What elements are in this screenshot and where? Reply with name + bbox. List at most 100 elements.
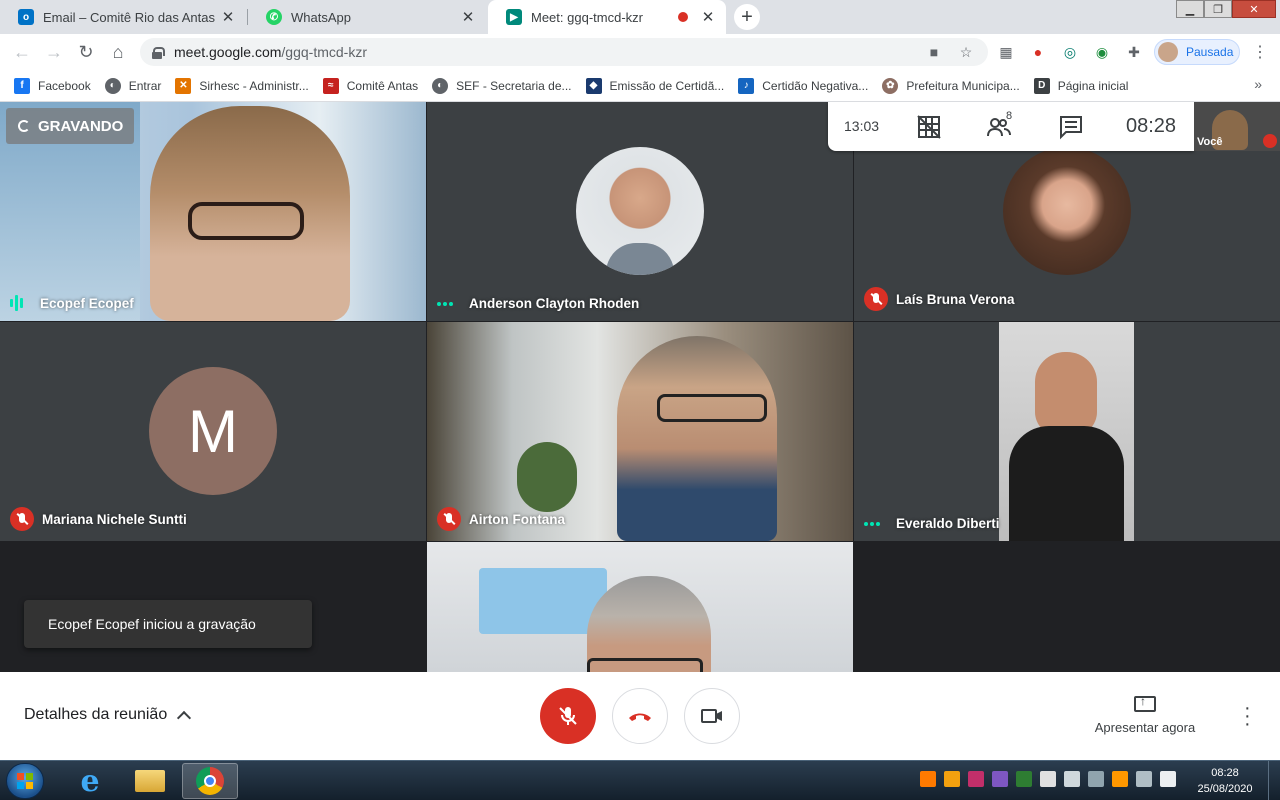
tab-email[interactable]: o Email – Comitê Rio das Antas e B ✕ [0,0,246,34]
recording-dot-icon [678,12,688,22]
chevron-double-right-icon[interactable]: » [1254,76,1262,92]
participant-name-bar: Mariana Nichele Suntti [10,507,187,531]
grid-off-icon[interactable] [916,114,942,140]
tab-meet[interactable]: ▶ Meet: ggq-tmcd-kzr ✕ [488,0,726,34]
address-bar[interactable]: meet.google.com/ggq-tmcd-kzr ■ ☆ [140,38,988,66]
spinner-icon [18,120,30,132]
present-now-button[interactable]: Apresentar agora [1092,694,1198,735]
participant-tile-airton[interactable]: Airton Fontana [427,322,853,541]
tab-whatsapp[interactable]: ✆ WhatsApp ✕ [248,0,486,34]
start-button[interactable] [6,763,44,799]
tray-app-icon[interactable] [992,771,1008,787]
participant-tile-mariana[interactable]: M Mariana Nichele Suntti [0,322,426,541]
close-icon[interactable]: ✕ [458,8,478,26]
more-dots-icon [864,521,888,526]
forward-icon[interactable]: → [44,42,64,62]
show-desktop-button[interactable] [1268,761,1280,800]
taskbar-chrome[interactable] [182,763,238,799]
minimize-button[interactable]: ▁ [1176,0,1204,18]
home-icon[interactable]: ⌂ [108,42,128,62]
usb-icon[interactable] [1040,771,1056,787]
leave-call-button[interactable] [612,688,668,744]
mic-off-icon [559,707,577,725]
tray-app-icon[interactable] [1016,771,1032,787]
taskbar-internet-explorer[interactable]: e [62,763,118,799]
window-controls: ▁ ❐ ✕ [1176,0,1276,18]
prefeitura-icon: ✿ [882,77,899,94]
flag-icon[interactable] [1160,771,1176,787]
participant-tile-unnamed[interactable] [427,542,853,672]
windows-taskbar: e 08:28 25/08/2020 [0,760,1280,800]
participant-name-bar: Everaldo Diberti [864,516,1000,531]
person-silhouette [617,336,777,541]
mic-off-icon [437,507,461,531]
present-icon [1134,694,1156,712]
tray-app-icon[interactable] [968,771,984,787]
avatar [1003,147,1131,275]
taskbar-file-explorer[interactable] [122,763,178,799]
chevron-up-icon [177,710,192,726]
bookmark-certidao-negativa[interactable]: ♪ Certidão Negativa... [738,77,868,94]
bookmark-label: Entrar [128,78,162,93]
avatar [576,147,704,275]
bookmark-label: Sirhesc - Administr... [199,78,309,93]
participant-tile-anderson[interactable]: Anderson Clayton Rhoden [427,102,853,321]
volume-icon[interactable] [1064,771,1080,787]
window-close-button[interactable]: ✕ [1232,0,1276,18]
target-extension-icon[interactable]: ◎ [1060,42,1080,62]
participant-video [999,322,1134,541]
back-icon[interactable]: ← [12,42,32,62]
more-vert-icon[interactable]: ⋮ [1252,42,1268,62]
toast-text: Ecopef Ecopef iniciou a gravação [48,616,256,632]
bookmark-sirhesc[interactable]: ✕ Sirhesc - Administr... [175,77,309,94]
bookmark-facebook[interactable]: f Facebook [14,77,91,94]
bookmark-entrar[interactable]: ◐ Entrar [104,77,162,94]
bookmark-label: Página inicial [1057,78,1129,93]
tray-app-icon[interactable] [1112,771,1128,787]
bookmark-sef[interactable]: ◐ SEF - Secretaria de... [432,77,572,94]
self-view-tile[interactable]: Você [1194,102,1280,151]
mic-toggle-button[interactable] [540,688,596,744]
chat-icon[interactable] [1058,114,1084,140]
profile-button[interactable]: Pausada [1154,39,1240,65]
tray-app-icon[interactable] [920,771,936,787]
camera-icon[interactable]: ■ [926,44,942,60]
elapsed-time: 13:03 [844,118,880,134]
bookmark-emissao[interactable]: ◆ Emissão de Certidã... [585,77,724,94]
participant-name-bar: Laís Bruna Verona [864,287,1015,311]
star-icon[interactable]: ☆ [958,44,974,60]
bookmark-comite-antas[interactable]: ≈ Comitê Antas [322,77,419,94]
display-icon[interactable] [1088,771,1104,787]
puzzle-icon[interactable]: ✚ [1124,42,1144,62]
grid-extension-icon[interactable]: ▦ [996,42,1016,62]
bookmark-label: Comitê Antas [346,78,419,93]
browser-toolbar: ← → ↻ ⌂ meet.google.com/ggq-tmcd-kzr ■ ☆… [0,34,1280,70]
taskbar-clock[interactable]: 08:28 25/08/2020 [1190,765,1260,797]
bookmark-prefeitura[interactable]: ✿ Prefeitura Municipa... [882,77,1020,94]
participant-tile-ecopef[interactable]: GRAVANDO Ecopef Ecopef [0,102,426,321]
present-now-label: Apresentar agora [1094,720,1196,735]
outlook-icon: o [18,9,34,25]
comite-icon: ≈ [322,77,339,94]
tab-meet-label: Meet: ggq-tmcd-kzr [531,9,643,25]
meeting-details-button[interactable]: Detalhes da reunião [24,706,192,726]
apple-extension-icon[interactable]: ● [1028,42,1048,62]
reload-icon[interactable]: ↻ [76,42,96,62]
clock-date: 25/08/2020 [1197,783,1253,795]
more-options-icon[interactable]: · · · [1244,698,1251,734]
participant-tile-everaldo[interactable]: Everaldo Diberti [854,322,1280,541]
tray-app-icon[interactable] [944,771,960,787]
chat-extension-icon[interactable]: ◉ [1092,42,1112,62]
bookmark-pagina-inicial[interactable]: D Página inicial [1033,77,1129,94]
camera-toggle-button[interactable] [684,688,740,744]
network-icon[interactable] [1136,771,1152,787]
avatar [1158,42,1178,62]
close-icon[interactable]: ✕ [698,8,718,26]
maximize-button[interactable]: ❐ [1204,0,1232,18]
bookmarks-bar: f Facebook ◐ Entrar ✕ Sirhesc - Administr..… [0,70,1280,102]
new-tab-button[interactable]: + [734,4,760,30]
recording-toast: Ecopef Ecopef iniciou a gravação [24,600,312,648]
close-icon[interactable]: ✕ [218,8,238,26]
folder-icon [135,770,165,792]
browser-tab-strip: o Email – Comitê Rio das Antas e B ✕ ✆ W… [0,0,1280,34]
